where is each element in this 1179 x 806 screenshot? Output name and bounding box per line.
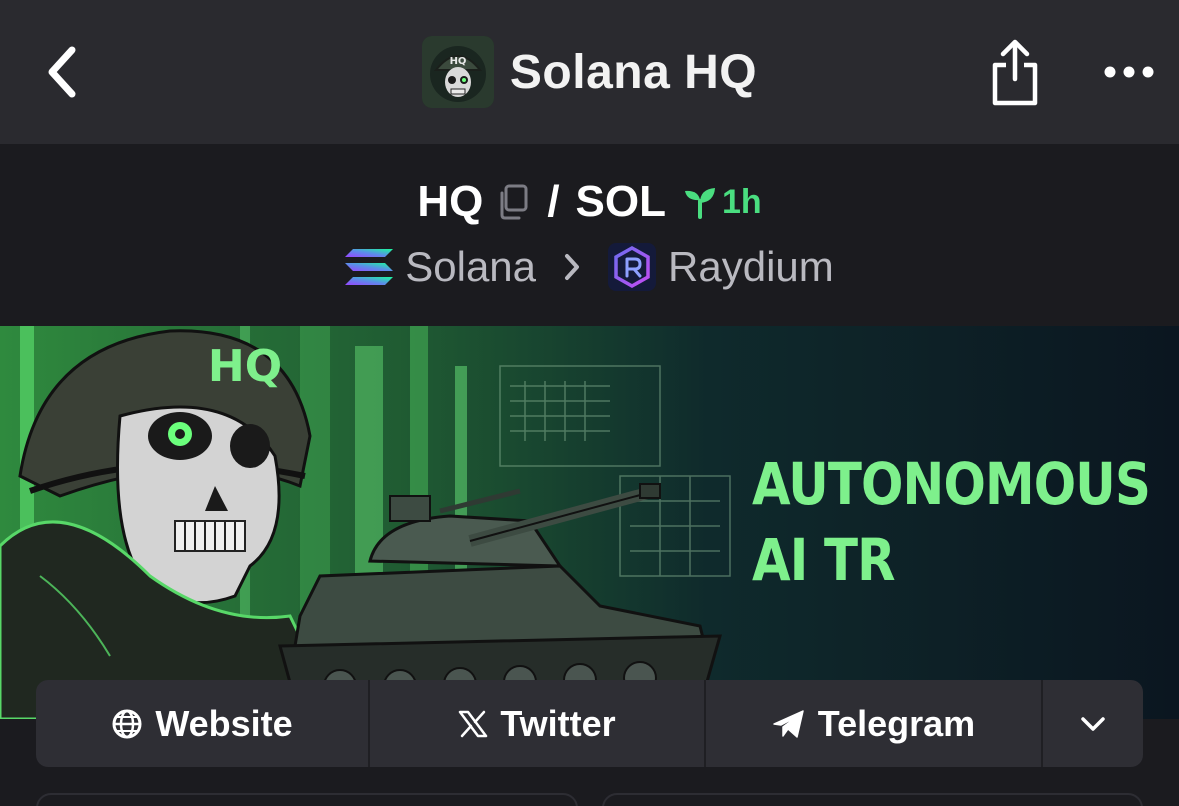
share-icon: [992, 39, 1038, 106]
solana-logo-icon: [345, 249, 394, 285]
pair-age: 1h: [682, 183, 762, 222]
chevron-left-icon: [48, 46, 76, 98]
back-button[interactable]: [32, 42, 92, 102]
banner-artwork: HQ: [0, 326, 1179, 719]
raydium-logo-icon: [608, 243, 657, 291]
x-logo-icon: [459, 710, 488, 737]
twitter-label: Twitter: [500, 702, 616, 744]
copy-address-button[interactable]: [493, 180, 533, 224]
pair-age-text: 1h: [722, 182, 762, 221]
breadcrumb: Solana Raydium: [0, 238, 1179, 296]
chain-name: Solana: [405, 243, 537, 290]
website-button[interactable]: Website: [36, 680, 370, 767]
sprout-icon: [685, 188, 715, 219]
pair-separator: /: [547, 177, 560, 226]
banner-headline-line2: AI TR: [752, 526, 896, 594]
more-options-button[interactable]: [1098, 50, 1160, 94]
top-header: HQ Solana HQ: [0, 0, 1179, 144]
svg-text:HQ: HQ: [208, 341, 282, 392]
stat-card: [36, 793, 578, 806]
social-links-bar: Website Twitter Telegram: [36, 680, 1143, 767]
chevron-right-icon: [562, 252, 582, 282]
telegram-button[interactable]: Telegram: [706, 680, 1043, 767]
token-banner: HQ AUTONOMOUS AI TR: [0, 326, 1179, 719]
page-title: Solana HQ: [509, 45, 758, 99]
ellipsis-icon: [1104, 66, 1154, 78]
twitter-button[interactable]: Twitter: [370, 680, 706, 767]
globe-icon: [112, 709, 142, 738]
telegram-label: Telegram: [817, 702, 976, 744]
more-links-dropdown[interactable]: [1043, 680, 1143, 767]
svg-text:HQ: HQ: [449, 56, 466, 67]
dex-link-raydium[interactable]: Raydium: [608, 243, 834, 291]
token-avatar: HQ: [421, 36, 494, 108]
pair-info: HQ / SOL 1h Solana Raydium: [0, 144, 1179, 326]
share-button[interactable]: [984, 36, 1046, 108]
telegram-plane-icon: [773, 709, 804, 738]
dex-name: Raydium: [668, 243, 834, 290]
copy-icon: [500, 184, 528, 220]
banner-headline-line1: AUTONOMOUS: [752, 450, 1151, 518]
website-label: Website: [155, 702, 293, 744]
chevron-down-icon: [1081, 716, 1105, 731]
pair-base-symbol: HQ: [417, 177, 484, 226]
pair-quote-symbol: SOL: [575, 177, 666, 226]
stat-card: [602, 793, 1143, 806]
chain-link-solana[interactable]: Solana: [345, 243, 536, 291]
